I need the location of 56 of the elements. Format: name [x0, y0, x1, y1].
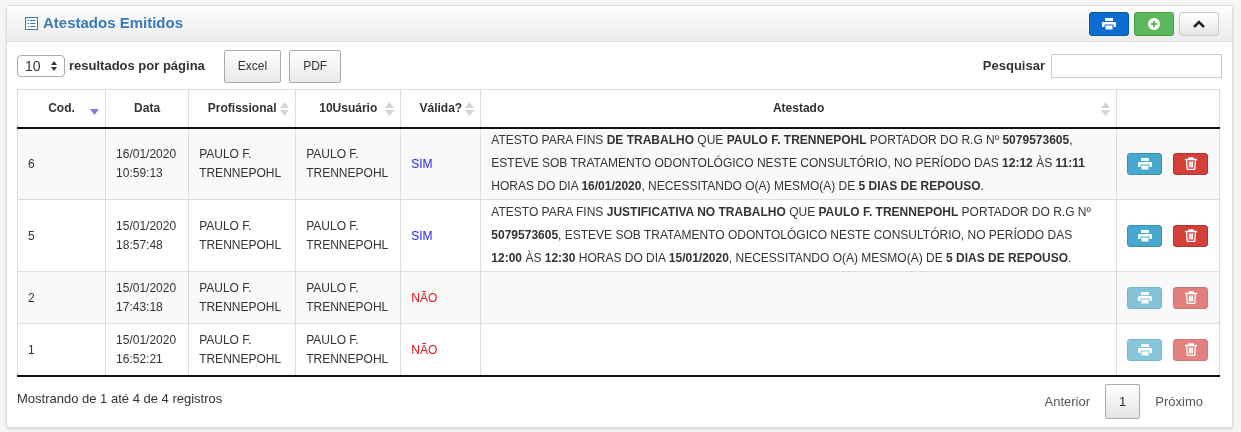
validity-text: NÃO — [411, 342, 438, 357]
validity-text: SIM — [411, 156, 433, 171]
table-cell: 5 — [28, 228, 35, 243]
table-cell-text: PAULO F. TRENNEPOHL — [199, 279, 283, 316]
trash-icon — [1184, 343, 1197, 356]
table-cell-text: PAULO F. TRENNEPOHL — [306, 279, 390, 316]
table-cell-text: PAULO F. TRENNEPOHL — [306, 331, 390, 368]
print-button[interactable] — [1127, 224, 1163, 247]
panel-title: Atestados Emitidos — [43, 13, 184, 34]
pagination-button[interactable]: 1 — [1105, 384, 1141, 419]
list-icon — [25, 17, 38, 30]
date-cell-text: 15/01/2020 17:43:18 — [116, 279, 178, 316]
table-cell-text: PAULO F. TRENNEPOHL — [199, 145, 283, 182]
plus-circle-icon — [1148, 17, 1160, 30]
table-cell-text: PAULO F. TRENNEPOHL — [306, 145, 390, 182]
printer-icon — [1137, 229, 1152, 242]
chevron-up-icon — [1193, 19, 1205, 28]
printer-icon — [1137, 291, 1152, 304]
trash-icon — [1184, 229, 1197, 242]
validity-text: NÃO — [411, 290, 438, 305]
printer-icon — [1137, 157, 1152, 170]
column-header[interactable]: Atestado — [772, 101, 825, 116]
search-label: Pesquisar — [982, 57, 1045, 76]
date-cell-text: 15/01/2020 18:57:48 — [116, 217, 178, 254]
table-cell-text: PAULO F. TRENNEPOHL — [199, 331, 283, 368]
export-button[interactable]: Excel — [223, 49, 282, 83]
column-header[interactable]: Cod. — [48, 101, 75, 116]
add-button[interactable] — [1134, 11, 1174, 36]
table-cell: 2 — [28, 290, 35, 305]
page-size-label: resultados por página — [69, 57, 205, 76]
printer-icon — [1102, 17, 1116, 30]
print-button[interactable] — [1089, 11, 1129, 36]
spinner-icon — [51, 61, 57, 71]
table-cell-text: PAULO F. TRENNEPOHL — [199, 217, 283, 254]
printer-icon — [1137, 343, 1152, 356]
search-field[interactable] — [1051, 54, 1222, 78]
certificate-text: ATESTO PARA FINS JUSTIFICATIVA NO TRABALHO QUE PAULO F. TRENNEPOHL PORTADOR DO R.G Nº 5079573605, ESTEVE SOB TRATAMENTO ODONTOLÓGICO NESTE CONSULTÓRIO, NO PERÍODO DAS 12:00 ÀS 12:30 HORAS DO DIA 15/01/2020, NECESSITANDO O(A) MESMO(A) DE 5 DIAS DE REPOUSO. — [491, 205, 1091, 265]
export-button[interactable]: PDF — [289, 49, 342, 83]
delete-button[interactable] — [1173, 152, 1209, 175]
table-cell: 1 — [28, 342, 35, 357]
page-size-select[interactable]: 10 — [17, 55, 65, 77]
validity-text: SIM — [411, 228, 433, 243]
print-button[interactable] — [1127, 152, 1163, 175]
table-cell-text: PAULO F. TRENNEPOHL — [306, 217, 390, 254]
table-cell: 6 — [28, 156, 35, 171]
column-header[interactable]: Data — [134, 101, 161, 116]
records-info: Mostrando de 1 até 4 de 4 registros — [17, 390, 223, 408]
trash-icon — [1184, 291, 1197, 304]
pagination-button[interactable]: Próximo — [1142, 384, 1216, 419]
collapse-button[interactable] — [1179, 11, 1219, 36]
certificate-text: ATESTO PARA FINS DE TRABALHO QUE PAULO F. TRENNEPOHL PORTADOR DO R.G Nº 5079573605, ESTEVE SOB TRATAMENTO ODONTOLÓGICO NESTE CONSULTÓRIO, NO PERÍODO DAS 12:12 ÀS 11:11 HORAS DO DIA 16/01/2020, NECESSITANDO O(A) MESMO(A) DE 5 DIAS DE REPOUSO. — [491, 133, 1085, 194]
delete-button[interactable] — [1173, 224, 1209, 247]
date-cell-text: 16/01/2020 10:59:13 — [116, 145, 178, 182]
date-cell-text: 15/01/2020 16:52:21 — [116, 331, 178, 368]
pagination-button[interactable]: Anterior — [1031, 384, 1104, 419]
trash-icon — [1184, 157, 1197, 171]
